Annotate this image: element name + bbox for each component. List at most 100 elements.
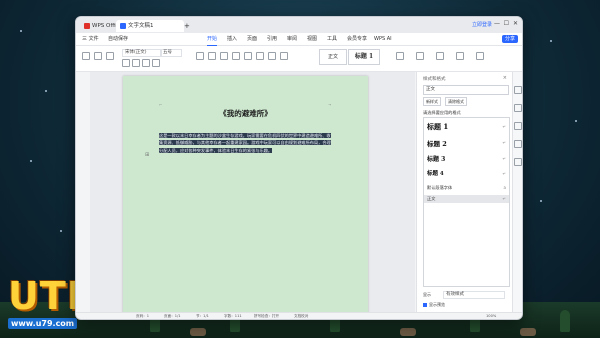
selected-text[interactable]: 这是一款以末日幸存者为主题的沙盒生存游戏，玩家需要在危机四伏的世界中建造避难所、… [159, 133, 331, 153]
status-spellcheck[interactable]: 拼写检查：打开 [254, 313, 279, 319]
font-color-icon[interactable] [152, 59, 160, 67]
menu-bar: 三 文件 自动保存 开始 插入 页面 引用 审阅 视图 工具 会员专享 WPS … [76, 33, 522, 46]
style-normal-button[interactable]: 正文 [319, 49, 347, 65]
style-heading-3[interactable]: 标题 3 [427, 154, 445, 163]
wps-logo-icon [84, 22, 90, 29]
share-button[interactable]: 分享 [501, 35, 518, 43]
maximize-icon[interactable]: ☐ [504, 20, 509, 27]
style-heading1-button[interactable]: 标题 1 [348, 49, 380, 65]
help-tool-icon[interactable] [514, 158, 522, 166]
new-tab-button[interactable]: + [180, 20, 194, 32]
settings-tool-icon[interactable] [514, 140, 522, 148]
style-list: 标题 1 ↵ 标题 2 ↵ 标题 3 ↵ 标题 4 ↵ 默认段落字体 a 正文 … [423, 117, 510, 287]
style-normal[interactable]: 正文 [427, 196, 435, 202]
menu-member[interactable]: 会员专享 [347, 33, 367, 45]
bold-icon[interactable] [122, 59, 130, 67]
font-size-select[interactable]: 五号 [160, 49, 182, 57]
menu-home[interactable]: 开始 [207, 33, 218, 46]
star [45, 90, 47, 92]
new-style-button[interactable]: 新样式 [423, 97, 441, 106]
login-link[interactable]: 立即登录 [472, 21, 492, 28]
menu-wps-ai[interactable]: WPS AI [374, 33, 392, 45]
margin-marker: ⌐ [159, 102, 163, 107]
left-gutter [76, 72, 90, 312]
file-menu[interactable]: 三 文件 [82, 33, 99, 45]
style-selected-row [424, 195, 509, 203]
menu-view[interactable]: 视图 [307, 33, 317, 45]
line-spacing-icon[interactable] [268, 52, 276, 60]
enter-icon: ↵ [502, 156, 506, 161]
indent-icon[interactable] [220, 52, 228, 60]
style-heading-2[interactable]: 标题 2 [427, 138, 447, 148]
style-heading-4[interactable]: 标题 4 [427, 169, 444, 177]
show-select[interactable]: 有效样式 [443, 291, 505, 299]
cut-icon[interactable] [94, 52, 102, 60]
preview-checkbox[interactable]: 显示预览 [423, 302, 445, 308]
site-url: www.u79.com [8, 318, 78, 329]
show-label: 显示 [423, 292, 431, 297]
star [60, 230, 62, 232]
layout-icon[interactable] [436, 52, 444, 60]
checkbox-icon [423, 303, 427, 307]
rock [520, 328, 536, 336]
paste-icon[interactable] [82, 52, 90, 60]
wps-window: WPS Office 文字文稿1 + 立即登录 — ☐ ✕ 三 文件 自动保存 … [75, 16, 523, 320]
status-pages: 页面：1/1 [164, 314, 181, 318]
right-toolstrip [512, 72, 522, 312]
menu-insert[interactable]: 插入 [227, 33, 237, 45]
underline-icon[interactable] [142, 59, 150, 67]
status-proofread[interactable]: 文档校对 [294, 313, 308, 319]
document-paragraph[interactable]: 这是一款以末日幸存者为主题的沙盒生存游戏，玩家需要在危机四伏的世界中建造避难所、… [159, 132, 332, 154]
border-icon[interactable] [280, 52, 288, 60]
menu-review[interactable]: 审阅 [287, 33, 297, 45]
margin-marker: ¬ [328, 102, 332, 107]
arrange-icon[interactable] [476, 52, 484, 60]
rock [400, 328, 416, 336]
title-bar: WPS Office 文字文稿1 + 立即登录 — ☐ ✕ [76, 17, 522, 33]
align-left-icon[interactable] [232, 52, 240, 60]
text-tools-icon[interactable] [456, 52, 464, 60]
italic-icon[interactable] [132, 59, 140, 67]
edit-tool-icon[interactable] [514, 104, 522, 112]
bullet-list-icon[interactable] [196, 52, 204, 60]
select-icon[interactable] [416, 52, 424, 60]
style-heading-1[interactable]: 标题 1 [427, 122, 448, 132]
doc-icon [120, 22, 126, 29]
enter-icon: ↵ [502, 124, 506, 129]
document-canvas: ⌐ ¬ 《我的避难所》 这是一款以末日幸存者为主题的沙盒生存游戏，玩家需要在危机… [76, 72, 415, 314]
apply-format-label: 请选择要应用的格式 [423, 110, 461, 115]
close-icon[interactable]: ✕ [513, 20, 518, 27]
panel-close-icon[interactable]: × [503, 75, 507, 81]
tree [560, 310, 570, 332]
zoom-level[interactable]: 100% [486, 313, 496, 319]
layout-option-icon[interactable]: ⊞ [145, 152, 149, 158]
number-list-icon[interactable] [208, 52, 216, 60]
align-center-icon[interactable] [244, 52, 252, 60]
ribbon-toolbar: 宋体(正文) 五号 正文 标题 1 [76, 46, 522, 72]
style-default-font[interactable]: 默认段落字体 [427, 185, 452, 191]
star [30, 160, 32, 162]
shape-tool-icon[interactable] [514, 122, 522, 130]
minimize-icon[interactable]: — [494, 20, 500, 27]
enter-icon: ↵ [502, 171, 506, 176]
rock [190, 328, 206, 336]
menu-reference[interactable]: 引用 [267, 33, 277, 45]
status-word-count[interactable]: 字数：111 [224, 313, 242, 319]
tab-document[interactable]: 文字文稿1 [116, 20, 184, 32]
find-replace-icon[interactable] [396, 52, 404, 60]
document-title[interactable]: 《我的避难所》 [123, 108, 368, 119]
star [550, 40, 552, 42]
document-page[interactable]: ⌐ ¬ 《我的避难所》 这是一款以末日幸存者为主题的沙盒生存游戏，玩家需要在危机… [123, 76, 368, 314]
star [20, 30, 22, 32]
current-style-field[interactable]: 正文 [423, 85, 509, 95]
autosave-toggle[interactable]: 自动保存 [108, 33, 128, 45]
enter-icon: ↵ [502, 140, 506, 145]
clear-format-button[interactable]: 清除格式 [445, 97, 467, 106]
format-painter-icon[interactable] [106, 52, 114, 60]
menu-page[interactable]: 页面 [247, 33, 257, 45]
panel-title: 样式和格式 [423, 77, 446, 82]
font-name-select[interactable]: 宋体(正文) [122, 49, 162, 57]
styles-tool-icon[interactable] [514, 86, 522, 94]
align-right-icon[interactable] [256, 52, 264, 60]
menu-tools[interactable]: 工具 [327, 33, 337, 45]
